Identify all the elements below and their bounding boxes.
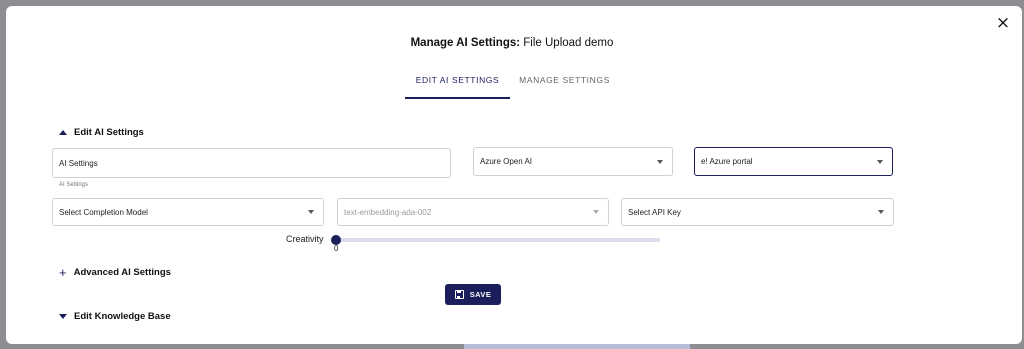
section-toggle-edit-knowledge-base[interactable]: Edit Knowledge Base — [59, 311, 171, 322]
save-button[interactable]: SAVE — [445, 284, 501, 305]
api-key-value: Select API Key — [628, 207, 681, 217]
save-button-label: SAVE — [469, 290, 492, 299]
caret-up-icon — [59, 130, 67, 135]
ai-settings-name-helper: AI Settings — [59, 182, 89, 188]
dialog-title: Manage AI Settings: File Upload demo — [0, 37, 1024, 49]
provider-select[interactable]: Azure Open AI — [473, 147, 673, 176]
floppy-disk-icon — [454, 290, 464, 299]
tab-edit-ai-settings[interactable]: EDIT AI SETTINGS — [405, 75, 510, 85]
completion-model-value: Select Completion Model — [59, 207, 148, 217]
scroll-indicator — [464, 344, 690, 349]
section-label: Advanced AI Settings — [73, 267, 171, 278]
embedding-model-value: text-embedding-ada-002 — [344, 207, 432, 217]
section-toggle-advanced-ai-settings[interactable]: + Advanced AI Settings — [59, 264, 171, 280]
close-icon[interactable]: × — [995, 15, 1011, 32]
deployment-value: e! Azure portal — [701, 157, 753, 166]
provider-value: Azure Open AI — [480, 157, 533, 166]
chevron-down-icon — [308, 210, 314, 214]
dialog-title-name: File Upload demo — [520, 37, 614, 49]
section-toggle-edit-ai-settings[interactable]: Edit AI Settings — [59, 127, 144, 138]
api-key-select[interactable]: Select API Key — [621, 198, 894, 226]
chevron-down-icon — [877, 159, 883, 164]
creativity-slider-track[interactable] — [336, 238, 660, 242]
caret-down-icon — [59, 314, 67, 319]
chevron-down-icon — [657, 159, 663, 164]
chevron-down-icon — [878, 210, 884, 214]
plus-icon: + — [59, 264, 67, 280]
chevron-down-icon — [593, 210, 599, 214]
section-label: Edit AI Settings — [74, 127, 144, 138]
creativity-label: Creativity — [286, 234, 324, 244]
deployment-select[interactable]: e! Azure portal — [694, 147, 893, 176]
section-label: Edit Knowledge Base — [74, 311, 171, 322]
completion-model-select[interactable]: Select Completion Model — [52, 198, 324, 226]
dialog-title-bold: Manage AI Settings: — [410, 37, 521, 49]
embedding-model-select: text-embedding-ada-002 — [337, 198, 609, 226]
active-tab-indicator — [405, 97, 510, 99]
creativity-value: 0 — [334, 244, 339, 253]
tab-manage-settings[interactable]: MANAGE SETTINGS — [517, 75, 612, 85]
ai-settings-name-value: AI Settings — [59, 158, 98, 168]
ai-settings-name-input[interactable]: AI Settings — [52, 148, 451, 178]
